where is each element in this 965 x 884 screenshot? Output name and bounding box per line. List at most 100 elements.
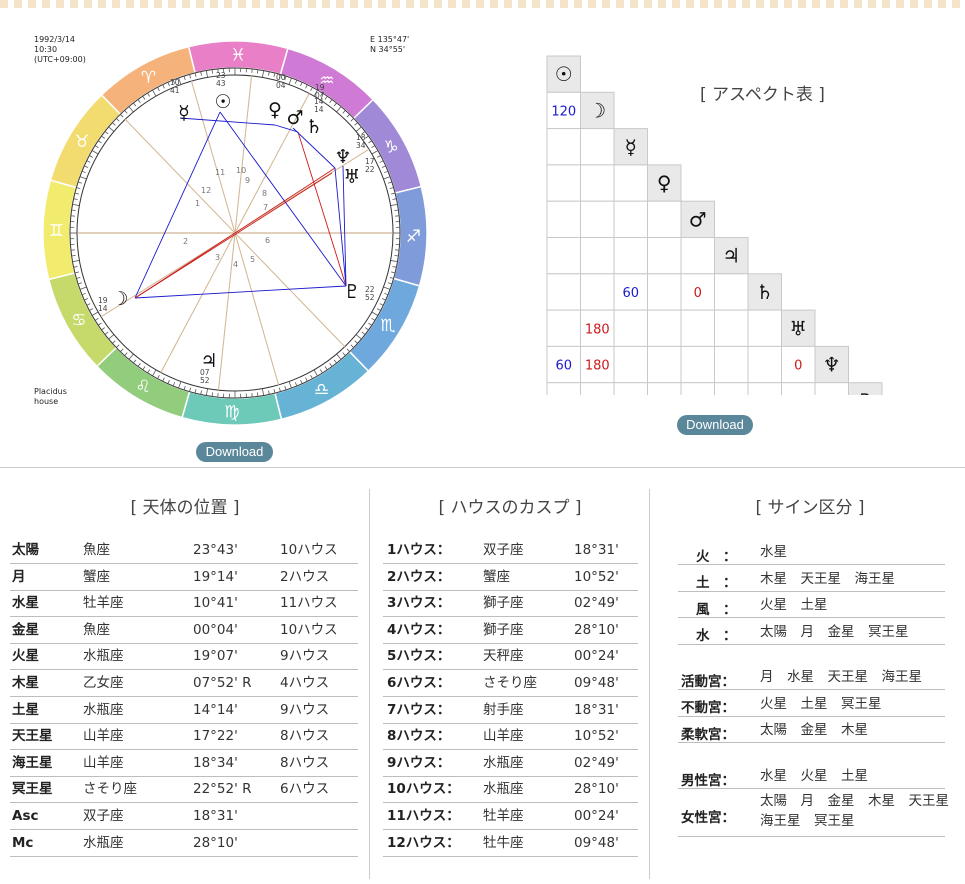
aspect-cell (546, 200, 581, 238)
sign-row: 土 ： 木星 天王星 海王星 (678, 566, 945, 592)
planet-glyph: ♄ (305, 116, 322, 138)
planet-name: 冥王星 (12, 781, 53, 798)
planet-name: 木星 (12, 675, 39, 691)
planet-name: 土星 (12, 701, 39, 718)
cusp-degree: 02°49' (574, 754, 619, 771)
planet-minute: 04 (276, 81, 286, 90)
cusp-row: 2ハウス： 蟹座 10°52' (383, 564, 638, 591)
sign-category-planets: 火星 土星 (760, 597, 828, 614)
cusp-row: 7ハウス： 射手座 18°31' (383, 697, 638, 724)
planet-house: 10ハウス (280, 542, 338, 558)
cusp-sign: 蟹座 (483, 568, 510, 585)
planet-sign: 乙女座 (83, 675, 124, 691)
position-row: Asc 双子座 18°31' (10, 803, 358, 830)
cusp-row: 11ハウス： 牡羊座 00°24' (383, 803, 638, 830)
sign-category-planets: 太陽 金星 木星 (760, 722, 868, 739)
cusp-sign: 牡牛座 (483, 834, 524, 851)
aspect-cell (647, 273, 682, 311)
planet-minute: 34 (356, 141, 366, 150)
aspect-cell (714, 273, 749, 311)
top-decoration (0, 0, 965, 8)
aspect-value: 180 (585, 322, 610, 337)
aspect-cell (814, 382, 849, 395)
planet-degree: 23°43' (193, 542, 238, 558)
planet-glyph: ♆ (334, 146, 351, 168)
cusp-row: 3ハウス： 獅子座 02°49' (383, 590, 638, 618)
house-label: 10ハウス： (387, 781, 460, 798)
planet-degree: 19°14' (193, 568, 238, 585)
cusps-title: [ ハウスのカスプ ] (438, 498, 582, 518)
column-divider (649, 489, 650, 879)
aspect-planet-glyph: ☉ (555, 62, 573, 86)
latitude: N 34°55' (370, 45, 405, 54)
cusp-sign: 水瓶座 (483, 781, 524, 798)
position-row: 冥王星 さそり座 22°52' R 6ハウス (10, 776, 358, 804)
aspect-cell (714, 309, 749, 347)
house-number: 12 (201, 186, 211, 195)
house-label: 9ハウス： (387, 754, 451, 771)
aspect-cell (546, 237, 581, 275)
planet-house: 8ハウス (280, 728, 330, 745)
sign-category-planets: 水星 火星 土星 (760, 768, 868, 784)
section-divider (0, 467, 965, 468)
sign-category-label: 土 ： (696, 575, 737, 592)
cusp-sign: 山羊座 (483, 728, 524, 745)
planet-sign: 水瓶座 (83, 648, 124, 665)
aspect-cell (714, 345, 749, 384)
cusp-row: 10ハウス： 水瓶座 28°10' (383, 776, 638, 804)
planet-sign: 水瓶座 (83, 834, 124, 851)
cusp-sign: 双子座 (483, 542, 524, 558)
aspect-cell (680, 382, 715, 395)
aspect-cell (546, 382, 581, 395)
planet-sign: 魚座 (83, 542, 110, 558)
aspect-planet-glyph: ♀ (657, 171, 672, 195)
cusp-degree: 00°24' (574, 648, 619, 665)
position-row: 月 蟹座 19°14' 2ハウス (10, 564, 358, 591)
planet-name: Asc (12, 808, 39, 824)
sign-category-label: 女性宮： (681, 810, 735, 826)
house-number: 5 (250, 255, 255, 264)
sign-row: 活動宮： 月 水星 天王星 海王星 (678, 664, 945, 690)
zodiac-sign-glyph: ♐ (406, 227, 421, 247)
planet-degree: 14°14' (193, 701, 238, 718)
aspect-cell (613, 345, 648, 384)
cusp-degree: 18°31' (574, 542, 619, 558)
zodiac-sign-glyph: ♈ (141, 68, 156, 88)
sign-row: 風 ： 火星 土星 (678, 592, 945, 619)
zodiac-sign-glyph: ♓ (230, 46, 245, 66)
house-number: 11 (215, 168, 225, 177)
aspect-value: 60 (622, 286, 639, 301)
planet-degree: 18°31' (193, 808, 238, 824)
cusp-degree: 02°49' (574, 595, 619, 612)
wheel-download-button[interactable]: Download (196, 442, 273, 462)
aspect-cell (680, 237, 715, 275)
planet-house: 9ハウス (280, 648, 330, 665)
cusp-row: 1ハウス： 双子座 18°31' (383, 537, 638, 564)
sign-category-label: 火 ： (696, 548, 737, 565)
planet-minute: 52 (200, 376, 210, 385)
aspect-download-button[interactable]: Download (677, 415, 753, 435)
sign-category-planets: 太陽 月 金星 木星 天王星 海王星 冥王星 (760, 793, 963, 829)
zodiac-sign-glyph: ♋ (71, 311, 86, 331)
house-label: 8ハウス： (387, 728, 451, 745)
aspect-cell (580, 164, 615, 202)
planet-name: 火星 (12, 648, 39, 665)
cusp-degree: 00°24' (574, 808, 619, 824)
planet-glyph: ☿ (178, 102, 190, 124)
aspect-cell (546, 128, 581, 166)
aspect-cell (613, 164, 648, 202)
planet-name: 水星 (12, 595, 39, 612)
sign-row: 水 ： 太陽 月 金星 冥王星 (678, 619, 945, 645)
planet-sign: 牡羊座 (83, 595, 124, 612)
aspect-cell (546, 273, 581, 311)
house-label: 6ハウス： (387, 675, 451, 691)
house-label: 4ハウス： (387, 621, 451, 638)
aspect-value: 0 (794, 359, 802, 374)
aspect-cell (647, 237, 682, 275)
house-label: 7ハウス： (387, 701, 451, 718)
planet-minute: 22 (365, 165, 375, 174)
planet-degree: 19°07' (193, 648, 238, 665)
aspect-planet-glyph: ♂ (689, 207, 707, 231)
aspect-cell (647, 309, 682, 347)
signs-title: [ サイン区分 ] (755, 498, 865, 518)
